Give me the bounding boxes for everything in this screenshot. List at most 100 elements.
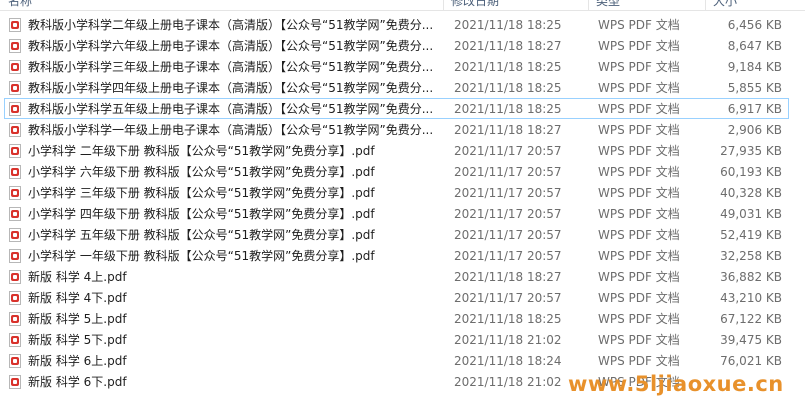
pdf-file-icon: [9, 18, 21, 32]
file-list: 教科版小学科学二年级上册电子课本（高清版）【公众号“51教学网”免费分... 20…: [0, 14, 805, 392]
file-row[interactable]: 教科版小学科学二年级上册电子课本（高清版）【公众号“51教学网”免费分... 20…: [4, 14, 789, 35]
file-name: 教科版小学科学六年级上册电子课本（高清版）【公众号“51教学网”免费分...: [28, 39, 434, 53]
file-row[interactable]: 新版 科学 5上.pdf 2021/11/18 18:25 WPS PDF 文档 67…: [4, 308, 789, 329]
column-type-header[interactable]: 类型: [596, 0, 620, 9]
file-type: WPS PDF 文档: [598, 354, 680, 368]
file-size: 76,021 KB: [720, 354, 782, 368]
column-header: 名称 修改日期 类型 大小: [0, 0, 805, 11]
file-row[interactable]: 小学科学 四年级下册 教科版【公众号“51教学网”免费分享】.pdf 2021/1…: [4, 203, 789, 224]
file-date: 2021/11/17 20:57: [454, 165, 562, 179]
file-name: 新版 科学 5上.pdf: [28, 312, 127, 326]
column-name-header[interactable]: 名称: [8, 0, 32, 9]
file-row[interactable]: 教科版小学科学一年级上册电子课本（高清版）【公众号“51教学网”免费分... 20…: [4, 119, 789, 140]
file-name: 新版 科学 6上.pdf: [28, 354, 127, 368]
file-type: WPS PDF 文档: [598, 228, 680, 242]
file-size: 32,258 KB: [720, 249, 782, 263]
file-row[interactable]: 新版 科学 4下.pdf 2021/11/17 20:57 WPS PDF 文档 43…: [4, 287, 789, 308]
file-name: 小学科学 一年级下册 教科版【公众号“51教学网”免费分享】.pdf: [28, 249, 375, 263]
file-size: 2,906 KB: [727, 123, 782, 137]
file-date: 2021/11/18 18:27: [454, 270, 562, 284]
file-name: 教科版小学科学五年级上册电子课本（高清版）【公众号“51教学网”免费分...: [28, 102, 434, 116]
file-date: 2021/11/17 20:57: [454, 186, 562, 200]
file-name: 新版 科学 5下.pdf: [28, 333, 127, 347]
file-name: 新版 科学 6下.pdf: [28, 375, 127, 389]
file-type: WPS PDF 文档: [598, 165, 680, 179]
file-size: 67,122 KB: [720, 312, 782, 326]
file-name: 小学科学 三年级下册 教科版【公众号“51教学网”免费分享】.pdf: [28, 186, 375, 200]
file-size: 6,456 KB: [727, 18, 782, 32]
file-row[interactable]: 新版 科学 4上.pdf 2021/11/18 18:27 WPS PDF 文档 36…: [4, 266, 789, 287]
column-date-header[interactable]: 修改日期: [451, 0, 499, 9]
file-date: 2021/11/17 20:57: [454, 249, 562, 263]
file-size: 49,031 KB: [720, 207, 782, 221]
file-type: WPS PDF 文档: [598, 186, 680, 200]
file-date: 2021/11/18 18:25: [454, 312, 562, 326]
file-date: 2021/11/18 21:02: [454, 375, 562, 389]
file-type: WPS PDF 文档: [598, 60, 680, 74]
file-size: 52,419 KB: [720, 228, 782, 242]
file-name: 新版 科学 4下.pdf: [28, 291, 127, 305]
file-row[interactable]: 教科版小学科学三年级上册电子课本（高清版）【公众号“51教学网”免费分... 20…: [4, 56, 789, 77]
file-size: 43,210 KB: [720, 291, 782, 305]
file-row[interactable]: 小学科学 三年级下册 教科版【公众号“51教学网”免费分享】.pdf 2021/1…: [4, 182, 789, 203]
file-name: 教科版小学科学二年级上册电子课本（高清版）【公众号“51教学网”免费分...: [28, 18, 434, 32]
file-type: WPS PDF 文档: [598, 249, 680, 263]
file-date: 2021/11/17 20:57: [454, 228, 562, 242]
file-type: WPS PDF 文档: [598, 18, 680, 32]
file-name: 教科版小学科学四年级上册电子课本（高清版）【公众号“51教学网”免费分...: [28, 81, 434, 95]
file-row[interactable]: 小学科学 二年级下册 教科版【公众号“51教学网”免费分享】.pdf 2021/1…: [4, 140, 789, 161]
file-name: 新版 科学 4上.pdf: [28, 270, 127, 284]
pdf-file-icon: [9, 60, 21, 74]
file-name: 小学科学 六年级下册 教科版【公众号“51教学网”免费分享】.pdf: [28, 165, 375, 179]
file-date: 2021/11/18 18:25: [454, 18, 562, 32]
column-divider[interactable]: [705, 0, 706, 10]
pdf-file-icon: [9, 270, 21, 284]
file-row[interactable]: 教科版小学科学四年级上册电子课本（高清版）【公众号“51教学网”免费分... 20…: [4, 77, 789, 98]
pdf-file-icon: [9, 39, 21, 53]
file-type: WPS PDF 文档: [598, 291, 680, 305]
file-date: 2021/11/18 18:27: [454, 39, 562, 53]
file-date: 2021/11/17 20:57: [454, 291, 562, 305]
file-size: 40,328 KB: [720, 186, 782, 200]
file-date: 2021/11/18 18:25: [454, 81, 562, 95]
file-type: WPS PDF 文档: [598, 270, 680, 284]
file-size: 5,855 KB: [727, 81, 782, 95]
pdf-file-icon: [9, 144, 21, 158]
file-name: 教科版小学科学一年级上册电子课本（高清版）【公众号“51教学网”免费分...: [28, 123, 434, 137]
file-row[interactable]: 新版 科学 6上.pdf 2021/11/18 18:24 WPS PDF 文档 76…: [4, 350, 789, 371]
file-type: WPS PDF 文档: [598, 207, 680, 221]
pdf-file-icon: [9, 165, 21, 179]
column-divider[interactable]: [443, 0, 444, 10]
pdf-file-icon: [9, 228, 21, 242]
file-date: 2021/11/18 21:02: [454, 333, 562, 347]
pdf-file-icon: [9, 207, 21, 221]
pdf-file-icon: [9, 354, 21, 368]
pdf-file-icon: [9, 333, 21, 347]
file-size: 27,935 KB: [720, 144, 782, 158]
file-row[interactable]: 新版 科学 5下.pdf 2021/11/18 21:02 WPS PDF 文档 39…: [4, 329, 789, 350]
file-row[interactable]: 小学科学 一年级下册 教科版【公众号“51教学网”免费分享】.pdf 2021/1…: [4, 245, 789, 266]
file-name: 教科版小学科学三年级上册电子课本（高清版）【公众号“51教学网”免费分...: [28, 60, 434, 74]
pdf-file-icon: [9, 375, 21, 389]
file-type: WPS PDF 文档: [598, 102, 680, 116]
file-row[interactable]: 教科版小学科学五年级上册电子课本（高清版）【公众号“51教学网”免费分... 20…: [4, 98, 789, 119]
file-date: 2021/11/18 18:25: [454, 102, 562, 116]
file-size: 39,475 KB: [720, 333, 782, 347]
file-date: 2021/11/18 18:27: [454, 123, 562, 137]
file-name: 小学科学 二年级下册 教科版【公众号“51教学网”免费分享】.pdf: [28, 144, 375, 158]
file-row[interactable]: 小学科学 五年级下册 教科版【公众号“51教学网”免费分享】.pdf 2021/1…: [4, 224, 789, 245]
file-type: WPS PDF 文档: [598, 123, 680, 137]
watermark: www.5ljiaoxue.cn: [568, 372, 784, 396]
file-size: 8,647 KB: [727, 39, 782, 53]
file-date: 2021/11/17 20:57: [454, 207, 562, 221]
file-type: WPS PDF 文档: [598, 144, 680, 158]
column-size-header[interactable]: 大小: [713, 0, 737, 9]
file-name: 小学科学 四年级下册 教科版【公众号“51教学网”免费分享】.pdf: [28, 207, 375, 221]
column-divider[interactable]: [588, 0, 589, 10]
file-row[interactable]: 教科版小学科学六年级上册电子课本（高清版）【公众号“51教学网”免费分... 20…: [4, 35, 789, 56]
pdf-file-icon: [9, 123, 21, 137]
file-size: 6,917 KB: [727, 102, 782, 116]
pdf-file-icon: [9, 81, 21, 95]
file-row[interactable]: 小学科学 六年级下册 教科版【公众号“51教学网”免费分享】.pdf 2021/1…: [4, 161, 789, 182]
file-type: WPS PDF 文档: [598, 333, 680, 347]
